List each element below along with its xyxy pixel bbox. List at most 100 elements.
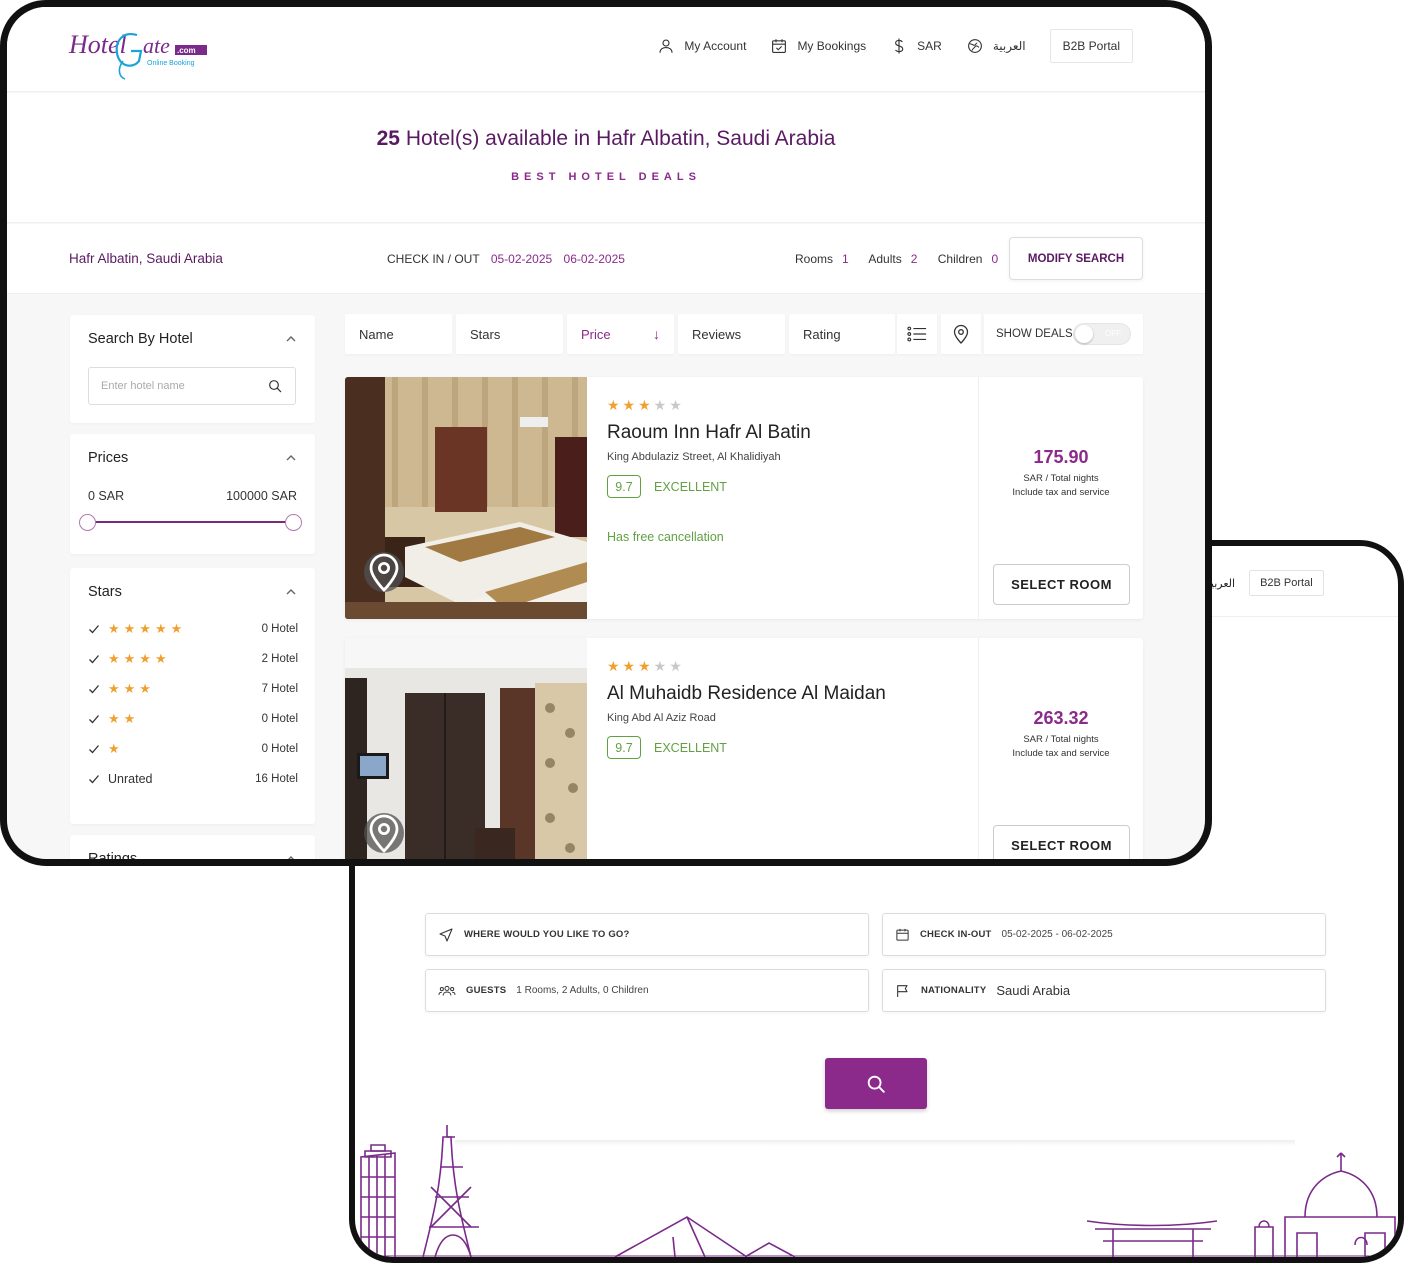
photo-map-pin-button[interactable] [364,552,404,592]
hotel-name-search[interactable] [88,367,296,405]
select-room-button[interactable]: SELECT ROOM [993,564,1130,605]
nav-label: My Bookings [797,39,867,53]
chevron-up-icon[interactable] [285,586,297,598]
hotel-star-rating: ★★★★★ [607,658,685,675]
hotel-price: 263.32 [1033,708,1089,728]
hotel-name[interactable]: Al Muhaidb Residence Al Maidan [607,683,886,705]
nationality-field[interactable]: NATIONALITY Saudi Arabia [882,969,1326,1012]
nav-my-bookings[interactable]: My Bookings [770,37,866,55]
prices-panel: Prices 0 SAR 100000 SAR [70,434,315,554]
search-submit-button[interactable] [825,1058,927,1109]
sort-tab-name[interactable]: Name [345,314,452,354]
svg-text:Online Booking: Online Booking [147,60,195,67]
nav-label: My Account [684,39,747,53]
star-filter-4[interactable]: ★★★★ 2 Hotel [88,650,298,668]
results-title: 25 Hotel(s) available in Hafr Albatin, S… [7,127,1205,151]
calendar-icon [896,928,909,941]
nationality-label: NATIONALITY [921,985,987,996]
guests-label: GUESTS [466,985,507,996]
checkout-date: 06-02-2025 [563,252,625,266]
chevron-up-icon[interactable] [285,853,297,865]
user-icon [659,39,673,53]
hotel-star-rating: ★★★★★ [607,397,685,414]
hotelgate-logo[interactable]: Hotel ate .com Online Booking [67,21,217,81]
show-deals-label: SHOW DEALS [996,328,1073,340]
photo-map-pin-button[interactable] [364,813,404,853]
search-by-hotel-panel: Search By Hotel [70,315,315,423]
nationality-value: Saudi Arabia [996,983,1071,998]
checkin-date: 05-02-2025 [490,252,553,266]
search-icon[interactable] [267,378,283,394]
star-filter-2[interactable]: ★★ 0 Hotel [88,710,298,728]
select-room-button[interactable]: SELECT ROOM [993,825,1130,859]
modify-search-button[interactable]: MODIFY SEARCH [1009,237,1143,280]
flag-icon [897,984,908,997]
svg-text:.com: .com [177,46,196,55]
nav-my-account[interactable]: My Account [657,37,746,55]
sort-tab-stars[interactable]: Stars [456,314,563,354]
guests-field[interactable]: GUESTS 1 Rooms, 2 Adults, 0 Children [425,969,869,1012]
hotel-photo[interactable] [345,377,587,619]
review-score-text: EXCELLENT [654,480,727,494]
nav-currency[interactable]: SAR [890,37,942,55]
chevron-up-icon[interactable] [285,333,297,345]
price-note: Include tax and service [1012,748,1110,759]
hotel-address: King Abd Al Aziz Road [607,712,716,724]
sort-tab-price[interactable]: Price ↓ [567,314,674,354]
dates-value: 05-02-2025 - 06-02-2025 [1001,929,1113,940]
sort-tab-reviews[interactable]: Reviews [678,314,785,354]
star-filter-5[interactable]: ★★★★★ 0 Hotel [88,620,298,638]
map-view-button[interactable] [941,314,981,354]
results-title-text: Hotel(s) available in Hafr Albatin, Saud… [405,127,836,150]
stars-filled: ★★★ [607,658,654,674]
b2b-portal-button[interactable]: B2B Portal [1049,29,1133,63]
hotel-card: ★★★★★ Raoum Inn Hafr Al Batin King Abdul… [345,377,1143,619]
hotel-count: 2 Hotel [261,653,298,665]
navigation-arrow-icon [439,927,453,942]
adults-value: 2 [910,252,918,266]
star-rating: ★★★★★ [108,621,187,636]
chevron-up-icon[interactable] [285,452,297,464]
star-rating: ★★★★ [108,651,171,666]
sort-tab-rating[interactable]: Rating [789,314,895,354]
dates-field[interactable]: CHECK IN-OUT 05-02-2025 - 06-02-2025 [882,913,1326,956]
dates-label: CHECK IN-OUT [920,929,992,940]
nav-language[interactable]: العربية [966,37,1026,55]
hotel-photo[interactable] [345,638,587,859]
star-rating: ★★ [108,711,140,726]
price-min-handle[interactable] [79,514,96,531]
list-view-button[interactable] [897,314,937,354]
hotel-name[interactable]: Raoum Inn Hafr Al Batin [607,422,811,444]
summary-guests: Rooms 1 Adults 2 Children 0 [795,252,1015,266]
toggle-knob [1075,325,1093,343]
panel-title: Ratings [88,851,138,866]
price-range-track[interactable] [88,521,294,523]
checkin-label: CHECK IN / OUT [387,252,480,266]
search-icon [867,1075,885,1093]
children-value: 0 [991,252,999,266]
check-icon [89,655,99,664]
star-filter-3[interactable]: ★★★ 7 Hotel [88,680,298,698]
star-filter-1[interactable]: ★ 0 Hotel [88,740,298,758]
map-pin-icon [369,553,399,592]
back-b2b-button[interactable]: B2B Portal [1249,570,1324,596]
check-icon [89,745,99,754]
hotel-card: ★★★★★ Al Muhaidb Residence Al Maidan Kin… [345,638,1143,859]
results-device: Hotel ate .com Online Booking My Account… [0,0,1212,866]
star-rating: ★ [108,741,124,756]
nav-label: SAR [917,39,942,53]
map-pin-icon [953,324,969,344]
destination-field[interactable]: WHERE WOULD YOU LIKE TO GO? [425,913,869,956]
show-deals-toggle[interactable]: OFF [1073,323,1131,345]
star-rating: ★★★ [108,681,155,696]
hotel-name-input[interactable] [101,380,267,392]
show-deals-filter: SHOW DEALS OFF [984,314,1143,354]
top-nav: My Account My Bookings SAR العربية B2B P… [657,29,1133,63]
unrated-label: Unrated [108,772,153,786]
price-max-handle[interactable] [285,514,302,531]
map-pin-icon [369,814,399,853]
destination-label: WHERE WOULD YOU LIKE TO GO? [464,929,630,940]
guests-value: 1 Rooms, 2 Adults, 0 Children [516,985,649,996]
hotel-price: 175.90 [1033,447,1089,467]
star-filter-unrated[interactable]: Unrated 16 Hotel [88,770,298,788]
